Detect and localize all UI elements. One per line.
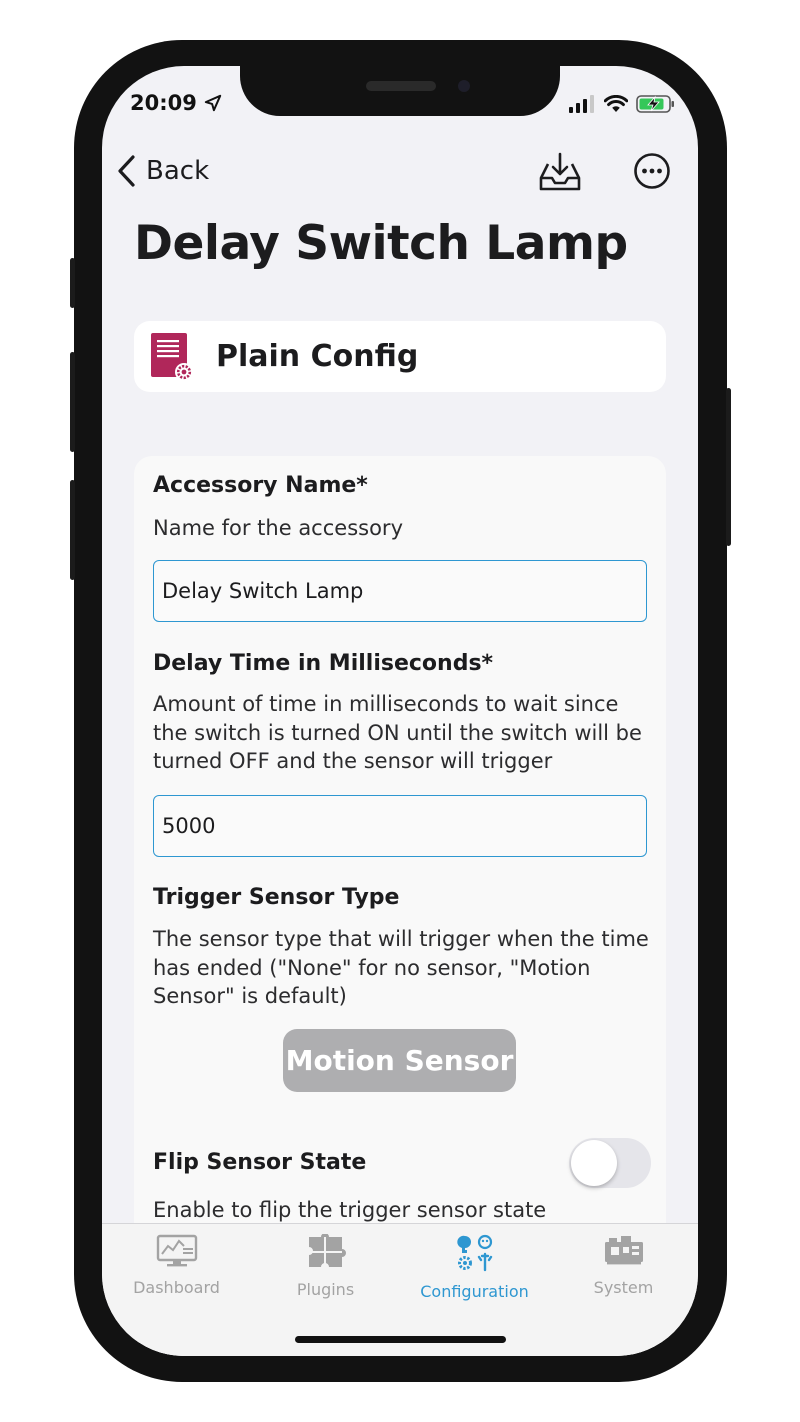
configuration-icon — [456, 1234, 492, 1272]
plugin-name: Plain Config — [216, 339, 419, 374]
flip-sensor-state-description: Enable to flip the trigger sensor state — [153, 1198, 547, 1222]
dashboard-icon — [156, 1234, 197, 1267]
notch — [240, 66, 560, 116]
side-button — [70, 352, 75, 452]
toggle-knob — [571, 1140, 617, 1186]
tab-plugins[interactable]: Plugins — [251, 1233, 400, 1299]
wifi-icon — [604, 95, 628, 112]
tab-label: Configuration — [420, 1282, 529, 1301]
tab-label: Dashboard — [133, 1278, 220, 1297]
tab-label: Plugins — [296, 1280, 355, 1299]
flip-sensor-state-label: Flip Sensor State — [153, 1150, 367, 1175]
tab-label: System — [593, 1278, 654, 1297]
config-document-gear-icon — [151, 332, 193, 381]
side-button — [70, 258, 75, 308]
battery-charging-icon — [636, 95, 674, 113]
tab-configuration[interactable]: Configuration — [400, 1234, 549, 1301]
accessory-name-label: Accessory Name* — [153, 473, 368, 498]
page-title: Delay Switch Lamp — [134, 216, 628, 271]
status-indicators — [568, 94, 676, 114]
tab-system[interactable]: System — [549, 1234, 698, 1297]
back-button[interactable]: Back — [116, 154, 209, 188]
ellipsis-circle-icon — [634, 153, 670, 189]
accessory-name-input[interactable] — [153, 560, 647, 622]
more-options-button[interactable] — [633, 152, 671, 194]
camera — [458, 80, 470, 92]
status-time: 20:09 — [130, 91, 222, 115]
side-button — [726, 388, 731, 546]
plugin-card[interactable]: Plain Config — [134, 321, 666, 392]
tray-download-icon — [539, 152, 581, 191]
chevron-left-icon — [118, 155, 135, 187]
flip-sensor-state-toggle[interactable] — [569, 1138, 651, 1188]
delay-time-label: Delay Time in Milliseconds* — [153, 651, 494, 676]
export-button[interactable] — [538, 152, 582, 196]
system-board-icon — [604, 1236, 643, 1265]
home-indicator — [295, 1336, 506, 1343]
tab-dashboard[interactable]: Dashboard — [102, 1234, 251, 1297]
app-screen: 20:09 Back Delay Switch Lamp Plain Confi… — [102, 66, 698, 1356]
signal-icon — [569, 95, 594, 113]
trigger-sensor-type-label: Trigger Sensor Type — [153, 885, 400, 910]
back-label: Back — [146, 156, 210, 186]
side-button — [70, 480, 75, 580]
trigger-sensor-type-select[interactable]: Motion Sensor — [283, 1029, 516, 1092]
plugins-puzzle-icon — [308, 1233, 346, 1267]
location-arrow-icon — [204, 94, 222, 112]
speaker — [366, 81, 436, 91]
config-form: Accessory Name* Name for the accessory D… — [134, 456, 666, 1356]
accessory-name-description: Name for the accessory — [153, 516, 403, 540]
delay-time-description: Amount of time in milliseconds to wait s… — [153, 692, 642, 773]
delay-time-input[interactable] — [153, 795, 647, 857]
trigger-sensor-type-description: The sensor type that will trigger when t… — [153, 927, 649, 1008]
